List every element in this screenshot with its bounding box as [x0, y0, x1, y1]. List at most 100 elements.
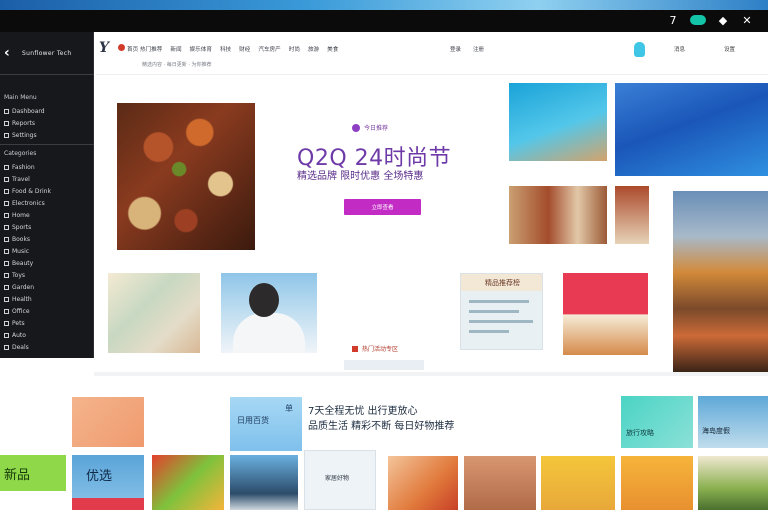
chevron-left-icon[interactable]: ‹ — [4, 45, 16, 61]
nav-link[interactable]: 首页 热门推荐 — [127, 45, 162, 53]
thumb-food-small[interactable] — [615, 186, 649, 244]
sidebar-header: ‹ Sunflower Tech — [0, 40, 94, 66]
category-icon — [4, 297, 9, 302]
sidebar-category-item[interactable]: Electronics — [4, 198, 92, 209]
tile-label: 新品 — [4, 468, 31, 483]
thumb-documents[interactable] — [108, 273, 200, 353]
info-card-heading: 精品推荐榜 — [461, 274, 542, 291]
sidebar-category-item[interactable]: Music — [4, 246, 92, 257]
login-link[interactable]: 登录 — [450, 45, 461, 53]
screen: 7 ◆ ✕ ‹ Sunflower Tech Main Menu Dashboa… — [0, 0, 768, 510]
category-icon — [4, 261, 9, 266]
sidebar-category-item[interactable]: Toys — [4, 270, 92, 281]
site-logo[interactable]: Y — [99, 40, 109, 56]
sidebar-section-title: Categories — [4, 150, 37, 157]
tile-orange[interactable] — [72, 397, 144, 447]
sidebar-category-item[interactable]: Office — [4, 306, 92, 317]
person-body — [233, 313, 305, 353]
sidebar-top-item[interactable]: Settings — [4, 130, 92, 141]
sidebar-item-label: Food & Drink — [12, 188, 51, 195]
hero-food-image[interactable] — [117, 103, 255, 250]
hero-badge: 今日推荐 — [352, 123, 388, 132]
category-icon — [4, 189, 9, 194]
nav-link[interactable]: 美食 — [327, 45, 338, 53]
menu-item-icon — [4, 109, 9, 114]
category-icon — [4, 165, 9, 170]
category-icon — [4, 213, 9, 218]
tile-fruit[interactable] — [152, 455, 224, 510]
thumb-food-spread[interactable] — [509, 186, 607, 244]
tile-home-goods[interactable]: 家居好物 — [304, 450, 376, 510]
user-icon[interactable] — [634, 42, 645, 57]
nav-link[interactable]: 科技 — [220, 45, 231, 53]
sidebar-item-label: Deals — [12, 344, 29, 351]
sidebar-category-item[interactable]: Garden — [4, 282, 92, 293]
caption-icon — [352, 345, 358, 352]
main-nav: 首页 热门推荐 新闻 娱乐体育 科技 财经 汽车房产 时尚 旅游 美食 — [127, 45, 338, 53]
category-icon — [4, 273, 9, 278]
nav-link[interactable]: 旅游 — [308, 45, 319, 53]
hero-badge-text: 今日推荐 — [364, 125, 389, 132]
tile-food-box[interactable] — [388, 456, 458, 510]
tile-brown[interactable] — [464, 456, 536, 510]
window-control-1[interactable]: 7 — [666, 14, 680, 27]
sidebar-category-item[interactable]: Health — [4, 294, 92, 305]
tile-new[interactable]: 新品 — [0, 455, 66, 491]
nav-subline: 精选内容 · 每日更新 · 为你推荐 — [142, 62, 212, 68]
sidebar-category-item[interactable]: Deals — [4, 342, 92, 353]
sidebar-divider — [0, 74, 94, 75]
sidebar-category-item[interactable]: Sports — [4, 222, 92, 233]
sidebar-item-label: Music — [12, 248, 30, 255]
sidebar-top-item[interactable]: Dashboard — [4, 106, 92, 117]
sidebar-category-item[interactable]: Food & Drink — [4, 186, 92, 197]
thumb-exhibit[interactable] — [615, 83, 768, 176]
tile-daily-goods[interactable]: 单 日用百货 — [230, 397, 302, 451]
badge-dot-icon — [352, 123, 360, 132]
info-card-line — [469, 300, 529, 303]
nav-link[interactable]: 财经 — [239, 45, 250, 53]
sidebar-category-item[interactable]: Beauty — [4, 258, 92, 269]
tile-scene[interactable] — [230, 455, 298, 510]
nav-link[interactable]: 娱乐体育 — [190, 45, 212, 53]
feature-headline[interactable]: 7天全程无忧 出行更放心 — [308, 402, 418, 417]
thumb-market[interactable] — [673, 191, 768, 372]
hero-cta-button[interactable]: 立即查看 — [344, 199, 421, 215]
sidebar-category-item[interactable]: Pets — [4, 318, 92, 329]
sidebar-item-label: Office — [12, 308, 30, 315]
mid-caption-text: 热门活动专区 — [362, 346, 399, 353]
tile-red-strip[interactable] — [72, 498, 144, 510]
diamond-icon[interactable]: ◆ — [716, 14, 730, 27]
tile-travel-guide[interactable]: 旅行攻略 — [621, 396, 693, 448]
content-divider — [94, 372, 768, 376]
tile-gold[interactable] — [621, 456, 693, 510]
sidebar-category-item[interactable]: Home — [4, 210, 92, 221]
sidebar-item-label: Home — [12, 212, 30, 219]
nav-link[interactable]: 时尚 — [289, 45, 300, 53]
sidebar-category-item[interactable]: Books — [4, 234, 92, 245]
sidebar-brand: Sunflower Tech — [22, 49, 72, 57]
sidebar-category-item[interactable]: Travel — [4, 174, 92, 185]
thumb-person[interactable] — [221, 273, 317, 353]
thumb-promo[interactable] — [563, 273, 648, 355]
sidebar-item-label: Auto — [12, 332, 26, 339]
tile-garden[interactable] — [698, 456, 768, 510]
sidebar-item-label: Dashboard — [12, 108, 45, 115]
nav-link[interactable]: 新闻 — [170, 45, 181, 53]
feature-headline-2[interactable]: 品质生活 精彩不断 每日好物推荐 — [308, 417, 454, 432]
sidebar-item-label: Sports — [12, 224, 32, 231]
nav-link[interactable]: 汽车房产 — [258, 45, 280, 53]
tile-island[interactable]: 海岛度假 — [698, 396, 768, 448]
thumb-aquarium[interactable] — [509, 83, 607, 161]
sidebar-item-label: Health — [12, 296, 32, 303]
close-icon[interactable]: ✕ — [740, 14, 754, 27]
toggle-icon[interactable] — [690, 15, 706, 25]
sidebar-category-item[interactable]: Auto — [4, 330, 92, 341]
register-link[interactable]: 注册 — [473, 45, 484, 53]
sidebar-top-item[interactable]: Reports — [4, 118, 92, 129]
settings-link[interactable]: 设置 — [724, 45, 735, 53]
thumb-info-card[interactable]: 精品推荐榜 — [460, 273, 543, 350]
tile-yellow[interactable] — [541, 456, 615, 510]
person-head — [249, 283, 279, 317]
messages-link[interactable]: 消息 — [674, 45, 685, 53]
sidebar-category-item[interactable]: Fashion — [4, 162, 92, 173]
